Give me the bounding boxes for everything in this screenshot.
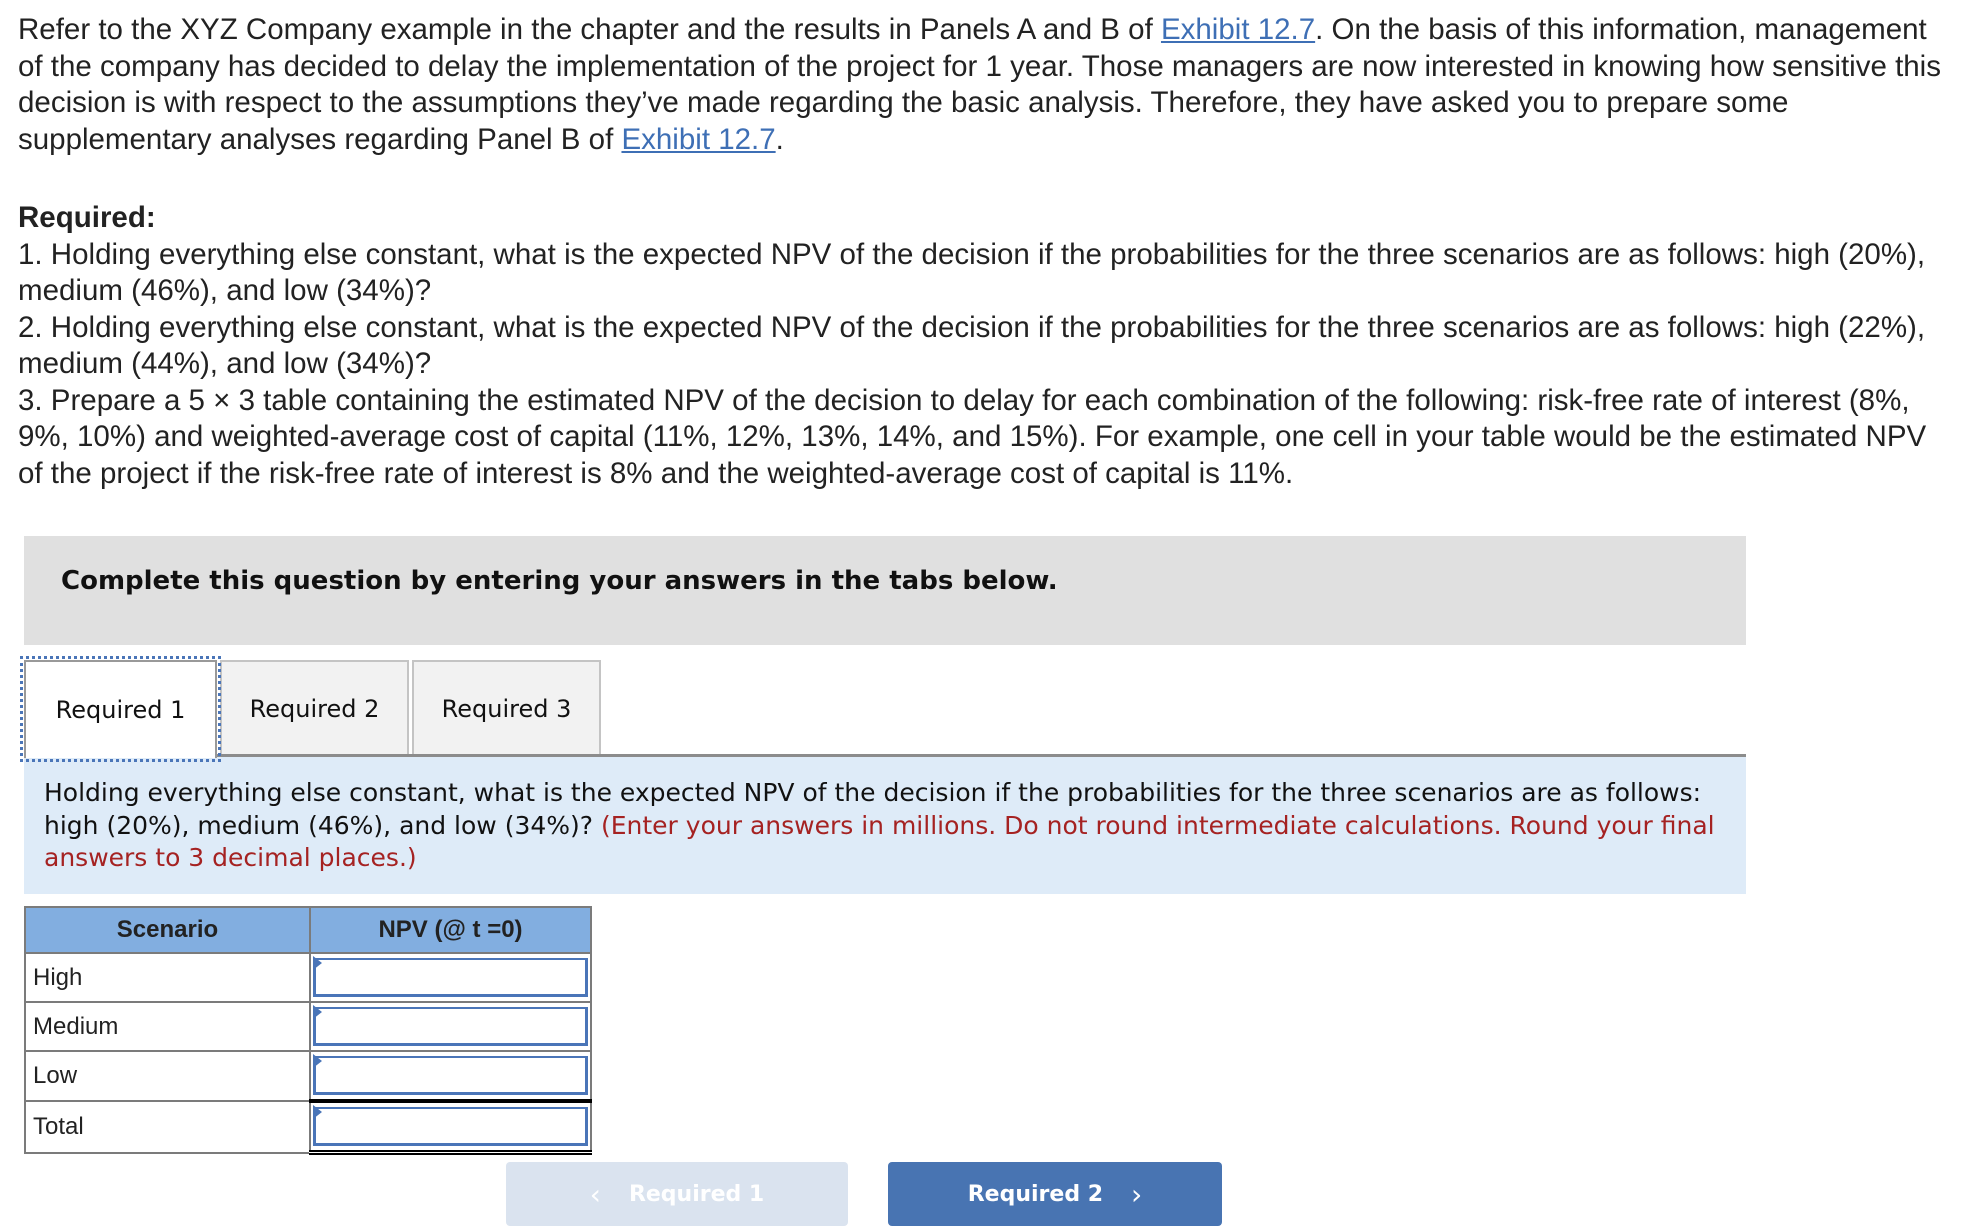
prev-required-button[interactable]: ‹ Required 1: [506, 1162, 848, 1226]
row-label-total: Total: [24, 1100, 311, 1154]
npv-cell-low: [309, 1050, 592, 1103]
required-item-3: 3. Prepare a 5 × 3 table containing the …: [18, 383, 1927, 490]
npv-table: Scenario NPV (@ t =0) High Medium Low To…: [24, 906, 592, 1155]
problem-intro: Refer to the XYZ Company example in the …: [18, 12, 1948, 158]
header-npv: NPV (@ t =0): [309, 906, 592, 954]
tab-required-2[interactable]: Required 2: [220, 660, 409, 756]
required-section: Required: 1. Holding everything else con…: [18, 200, 1948, 492]
question-text: Holding everything else constant, what i…: [44, 777, 1734, 875]
table-row-total: Total: [24, 1100, 592, 1155]
row-label-medium: Medium: [24, 1001, 311, 1052]
header-scenario: Scenario: [24, 906, 311, 954]
tab-label: Required 3: [441, 695, 572, 723]
next-required-button[interactable]: Required 2 ›: [888, 1162, 1222, 1226]
exhibit-link-1[interactable]: Exhibit 12.7: [1161, 13, 1315, 46]
tab-required-1[interactable]: Required 1: [20, 656, 221, 762]
next-button-label: Required 2: [967, 1181, 1104, 1207]
table-header-row: Scenario NPV (@ t =0): [24, 906, 592, 954]
input-marker-icon: [313, 1054, 322, 1068]
npv-cell-medium: [309, 1001, 592, 1052]
instruction-banner-text: Complete this question by entering your …: [61, 566, 1058, 596]
table-row-low: Low: [24, 1050, 592, 1103]
required-item-2: 2. Holding everything else constant, wha…: [18, 310, 1926, 381]
input-marker-icon: [313, 1005, 322, 1019]
tab-label: Required 1: [55, 696, 186, 724]
table-row-high: High: [24, 952, 592, 1003]
question-prompt: Holding everything else constant, what i…: [24, 757, 1746, 894]
intro-text-3: .: [775, 122, 784, 156]
instruction-banner: Complete this question by entering your …: [24, 536, 1746, 645]
row-label-low: Low: [24, 1050, 311, 1102]
table-row-medium: Medium: [24, 1001, 592, 1052]
chevron-left-icon: ‹: [589, 1177, 601, 1211]
required-item-1: 1. Holding everything else constant, wha…: [18, 237, 1926, 308]
prev-button-label: Required 1: [628, 1181, 765, 1207]
input-marker-icon: [313, 956, 322, 970]
npv-input-total[interactable]: [313, 1107, 588, 1146]
npv-input-low[interactable]: [313, 1056, 588, 1095]
npv-input-high[interactable]: [313, 958, 588, 997]
input-marker-icon: [313, 1105, 322, 1119]
npv-cell-high: [309, 952, 592, 1003]
intro-text-1: Refer to the XYZ Company example in the …: [18, 13, 1161, 46]
tab-bar: Required 1 Required 2 Required 3: [20, 656, 1746, 762]
chevron-right-icon: ›: [1131, 1177, 1143, 1211]
required-title: Required:: [18, 201, 156, 234]
npv-input-medium[interactable]: [313, 1007, 588, 1046]
intro-paragraph: Refer to the XYZ Company example in the …: [18, 12, 1948, 158]
tab-required-3[interactable]: Required 3: [412, 660, 601, 756]
exhibit-link-2[interactable]: Exhibit 12.7: [621, 123, 775, 156]
npv-cell-total: [309, 1100, 592, 1155]
tab-label: Required 2: [249, 695, 380, 723]
row-label-high: High: [24, 952, 311, 1003]
